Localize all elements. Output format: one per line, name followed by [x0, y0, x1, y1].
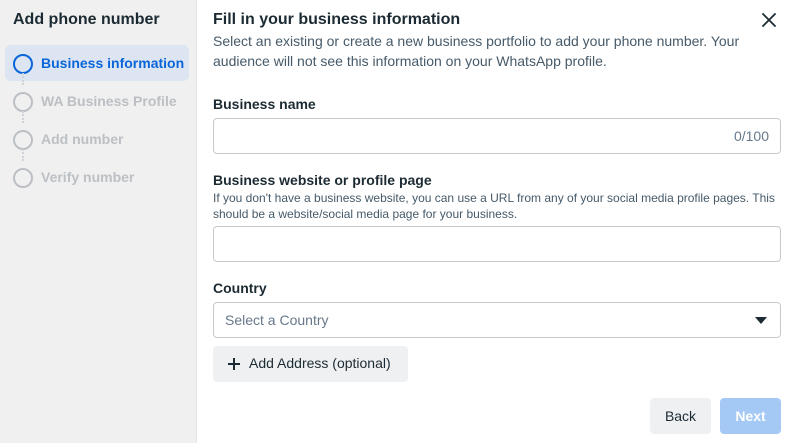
website-field-container	[213, 226, 781, 262]
step-verify-number[interactable]: Verify number	[5, 159, 189, 195]
sidebar: Add phone number Business information WA…	[0, 0, 197, 443]
sidebar-title: Add phone number	[13, 11, 160, 28]
business-name-field-container: 0/100	[213, 118, 781, 154]
step-wa-business-profile[interactable]: WA Business Profile	[5, 83, 189, 123]
website-label: Business website or profile page	[213, 172, 432, 188]
country-select[interactable]: Select a Country	[213, 302, 781, 338]
step-circle-icon	[13, 168, 33, 188]
country-select-value: Select a Country	[225, 312, 329, 328]
close-button[interactable]	[761, 12, 777, 28]
add-address-button[interactable]: Add Address (optional)	[213, 346, 408, 382]
step-circle-icon	[13, 54, 33, 74]
business-name-label: Business name	[213, 96, 316, 112]
caret-down-icon	[755, 317, 767, 324]
page-title: Fill in your business information	[213, 11, 461, 28]
country-label: Country	[213, 280, 267, 296]
step-label: Verify number	[41, 169, 135, 185]
step-label: Business information	[41, 55, 185, 71]
step-list: Business information WA Business Profile…	[5, 45, 189, 197]
step-label: Add number	[41, 131, 124, 147]
website-input[interactable]	[214, 227, 780, 261]
main-panel: Fill in your business information Select…	[213, 0, 781, 443]
add-address-label: Add Address (optional)	[249, 355, 391, 371]
step-add-number[interactable]: Add number	[5, 121, 189, 161]
plus-icon	[228, 358, 240, 370]
website-help-text: If you don't have a business website, yo…	[213, 191, 775, 221]
close-icon	[762, 13, 776, 27]
character-counter: 0/100	[733, 128, 769, 144]
page-description: Select an existing or create a new busin…	[213, 33, 740, 69]
back-button[interactable]: Back	[650, 398, 711, 434]
step-circle-icon	[13, 130, 33, 150]
next-button[interactable]: Next	[720, 398, 781, 434]
add-phone-number-dialog: Add phone number Business information WA…	[0, 0, 790, 443]
step-label: WA Business Profile	[41, 93, 177, 109]
step-business-information[interactable]: Business information	[5, 45, 189, 85]
business-name-input[interactable]	[214, 119, 780, 153]
step-circle-icon	[13, 92, 33, 112]
